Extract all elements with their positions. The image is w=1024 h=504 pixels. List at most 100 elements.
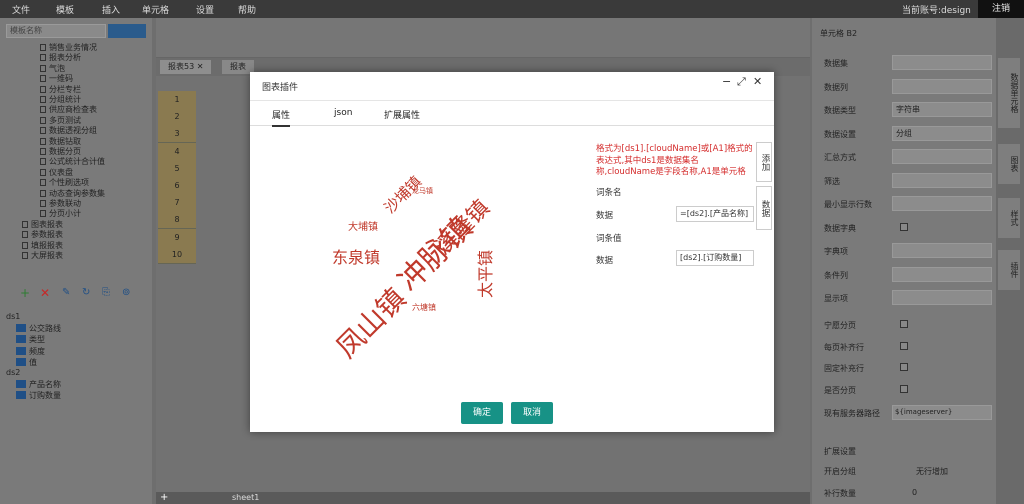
option-checkbox[interactable] [900, 363, 908, 371]
dataset-field[interactable]: 产品名称 [16, 379, 61, 390]
dataset-node[interactable]: ds2 [6, 368, 20, 377]
dict-checkbox[interactable] [900, 222, 908, 231]
tree-item[interactable]: 供应商检查表 [40, 104, 97, 115]
tree-item[interactable]: 数据分页 [40, 146, 81, 157]
side-tab-chart[interactable]: 图表 [998, 144, 1020, 184]
row-header[interactable]: 1 [158, 91, 196, 109]
property-field[interactable] [892, 243, 992, 258]
row-header[interactable]: 9 [158, 228, 196, 247]
tree-item[interactable]: 销售业务情况 [40, 42, 97, 53]
property-field[interactable]: 字符串 [892, 102, 992, 117]
word-cloud: 冲脉镇 凤山镇 溪隆镇 东泉镇 沙埔镇 太平镇 大埔镇 六塘镇 龙马镇 [310, 172, 550, 365]
check-row: 宁愿分页 [820, 316, 996, 334]
dataset-field[interactable]: 公交路线 [16, 323, 61, 334]
term-value-input[interactable]: [ds2].[订购数量] [676, 250, 754, 266]
property-row: 筛选 [820, 172, 996, 190]
side-tab-style[interactable]: 样式 [998, 198, 1020, 238]
copy-icon[interactable]: ⎘ [102, 287, 110, 298]
cancel-button[interactable]: 取消 [511, 402, 553, 424]
menu-template[interactable]: 模板 [56, 3, 74, 16]
field-icon [16, 391, 26, 400]
close-icon[interactable]: ✕ [753, 75, 762, 88]
menu-help[interactable]: 帮助 [238, 3, 256, 16]
link-icon[interactable]: ⊚ [122, 287, 130, 298]
add-icon[interactable]: + [20, 286, 30, 300]
tree-item[interactable]: 填报报表 [22, 240, 63, 251]
data-button[interactable]: 数据 [756, 186, 772, 230]
property-field[interactable]: 分组 [892, 125, 992, 141]
refresh-icon[interactable]: ↻ [82, 287, 90, 298]
menu-cell[interactable]: 单元格 [142, 3, 169, 16]
check-row: 是否分页 [820, 381, 996, 399]
menu-file[interactable]: 文件 [12, 3, 30, 16]
property-field[interactable] [892, 172, 992, 188]
tree-item[interactable]: 分栏专栏 [40, 84, 81, 95]
property-field[interactable] [892, 290, 992, 305]
minimize-icon[interactable]: − [722, 75, 731, 88]
ok-button[interactable]: 确定 [461, 402, 503, 424]
property-field[interactable] [892, 55, 992, 70]
tree-item[interactable]: 仪表盘 [40, 167, 73, 178]
tree-item[interactable]: 分组统计 [40, 94, 81, 105]
option-checkbox[interactable] [900, 341, 908, 350]
edit-icon[interactable]: ✎ [62, 287, 70, 298]
row-header[interactable]: 6 [158, 177, 196, 195]
tree-item[interactable]: 数据钻取 [40, 136, 81, 147]
tree-item[interactable]: 公式统计合计值 [40, 156, 105, 167]
property-field[interactable] [892, 196, 992, 211]
menu-insert[interactable]: 插入 [102, 3, 120, 16]
tree-item[interactable]: 参数联动 [40, 198, 81, 209]
template-search-input[interactable]: 模板名称 [6, 24, 106, 38]
sheet-tab[interactable]: sheet1 [232, 493, 259, 502]
dataset-label: 值 [29, 357, 37, 367]
term-name-input[interactable]: =[ds2].[产品名称] [676, 206, 754, 222]
tab-report53[interactable]: 报表53 ✕ [160, 60, 212, 74]
tree-item[interactable]: 一维码 [40, 73, 73, 84]
logout-button[interactable]: 注销 [978, 0, 1024, 18]
property-row: 字典项 [820, 242, 996, 260]
side-tab-cell[interactable]: 数据单元格 [998, 58, 1020, 128]
dataset-field[interactable]: 值 [16, 357, 37, 368]
menu-settings[interactable]: 设置 [196, 3, 214, 16]
option-checkbox[interactable] [900, 320, 908, 328]
option-checkbox[interactable] [900, 384, 908, 393]
search-button[interactable] [108, 24, 146, 38]
row-header[interactable]: 5 [158, 159, 196, 178]
tree-item[interactable]: 参数报表 [22, 229, 63, 240]
chart-plugin-dialog: 图表插件 − ⤢ ✕ 属性 json 扩展属性 冲脉镇 凤山镇 溪隆镇 东泉镇 沙埔镇太… [250, 72, 774, 432]
add-button[interactable]: 添加 [756, 142, 772, 182]
row-header[interactable]: 4 [158, 142, 196, 161]
property-label: 数据类型 [824, 106, 856, 115]
row-header[interactable]: 8 [158, 211, 196, 230]
delete-icon[interactable]: ✕ [40, 286, 50, 300]
property-field[interactable] [892, 149, 992, 164]
image-path-input[interactable]: ${imageserver} [892, 405, 992, 420]
tree-item[interactable]: 图表报表 [22, 219, 63, 230]
tab-extended[interactable]: 扩展属性 [384, 108, 420, 121]
tree-item[interactable]: 报表分析 [40, 52, 81, 63]
property-field[interactable] [892, 78, 992, 94]
maximize-icon[interactable]: ⤢ [737, 75, 746, 89]
tab-properties[interactable]: 属性 [272, 108, 291, 127]
tab-json[interactable]: json [334, 108, 352, 118]
property-field[interactable] [892, 266, 992, 282]
tree-item[interactable]: 多页测试 [40, 115, 81, 126]
side-tab-plugin[interactable]: 插件 [998, 250, 1020, 290]
tree-item[interactable]: 个性刷选项 [40, 177, 89, 188]
file-icon [40, 106, 46, 114]
tree-item[interactable]: 动态查询参数集 [40, 188, 105, 199]
add-sheet-icon[interactable]: + [160, 492, 168, 503]
tree-item[interactable]: 数据透视分组 [40, 125, 97, 136]
tree-item-label: 分栏专栏 [49, 84, 81, 94]
dataset-field[interactable]: 订购数量 [16, 390, 61, 401]
dataset-node[interactable]: ds1 [6, 312, 20, 321]
dataset-field[interactable]: 频度 [16, 346, 45, 357]
tree-item[interactable]: 气泡 [40, 63, 65, 74]
row-header[interactable]: 7 [158, 194, 196, 213]
row-header[interactable]: 2 [158, 108, 196, 127]
dataset-field[interactable]: 类型 [16, 334, 45, 345]
tree-item[interactable]: 分页小计 [40, 208, 81, 219]
row-header[interactable]: 3 [158, 125, 196, 144]
tree-item[interactable]: 大屏报表 [22, 250, 63, 261]
row-header[interactable]: 10 [158, 245, 196, 264]
